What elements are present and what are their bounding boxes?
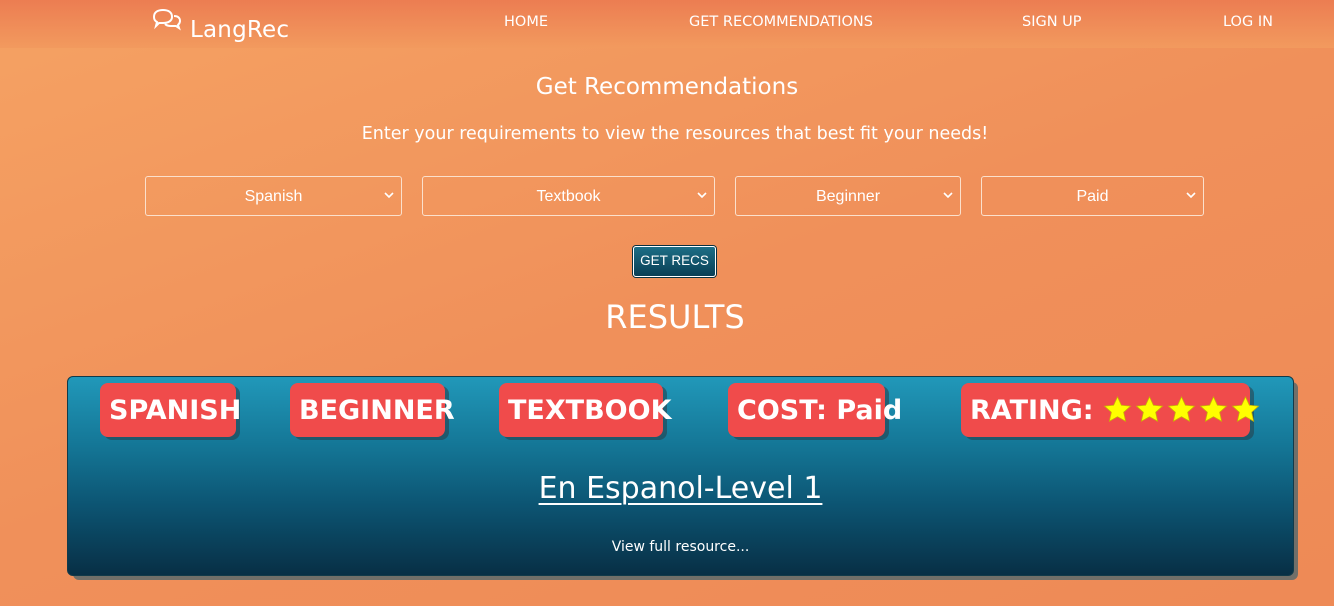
level-select-value: Beginner <box>815 188 881 205</box>
rating-label: RATING: <box>970 394 1094 426</box>
chevron-down-icon <box>384 192 394 199</box>
chevron-down-icon <box>1186 192 1196 199</box>
level-select[interactable]: Beginner <box>735 176 961 216</box>
results-heading: RESULTS <box>605 298 745 336</box>
star-icon <box>1199 395 1228 422</box>
star-icon <box>1231 395 1260 422</box>
level-tag: BEGINNER <box>290 383 455 437</box>
chat-bubbles-icon <box>152 8 182 31</box>
cost-tag: COST: Paid <box>728 383 902 437</box>
get-recs-button[interactable]: GET RECS <box>633 246 716 277</box>
cost-select[interactable]: Paid <box>981 176 1204 216</box>
rating-stars <box>1102 395 1262 425</box>
navbar: LangRec HOME GET RECOMMENDATIONS SIGN UP… <box>0 0 1334 48</box>
nav-home[interactable]: HOME <box>504 14 548 30</box>
type-tag: TEXTBOOK <box>499 383 672 437</box>
cost-select-value: Paid <box>1076 188 1109 205</box>
language-tag: SPANISH <box>100 383 241 437</box>
brand-name: LangRec <box>190 17 290 43</box>
page-subtitle: Enter your requirements to view the reso… <box>361 124 989 144</box>
nav-get-recommendations[interactable]: GET RECOMMENDATIONS <box>689 14 873 30</box>
resource-type-select-value: Textbook <box>536 188 601 205</box>
star-icon <box>1167 395 1196 422</box>
resource-title-link[interactable]: En Espanol-Level 1 <box>68 471 1293 506</box>
page-title: Get Recommendations <box>535 74 799 100</box>
star-icon <box>1135 395 1164 422</box>
result-card: SPANISH BEGINNER TEXTBOOK COST: Paid RAT… <box>67 376 1294 576</box>
chevron-down-icon <box>943 192 953 199</box>
language-select[interactable]: Spanish <box>145 176 402 216</box>
resource-type-select[interactable]: Textbook <box>422 176 715 216</box>
rating-tag: RATING: <box>961 383 1260 437</box>
brand-logo-link[interactable]: LangRec <box>152 8 289 44</box>
star-icon <box>1103 395 1132 422</box>
view-full-resource-link[interactable]: View full resource... <box>68 539 1293 555</box>
nav-log-in[interactable]: LOG IN <box>1223 14 1273 30</box>
chevron-down-icon <box>697 192 707 199</box>
language-select-value: Spanish <box>244 188 303 205</box>
nav-sign-up[interactable]: SIGN UP <box>1022 14 1082 30</box>
